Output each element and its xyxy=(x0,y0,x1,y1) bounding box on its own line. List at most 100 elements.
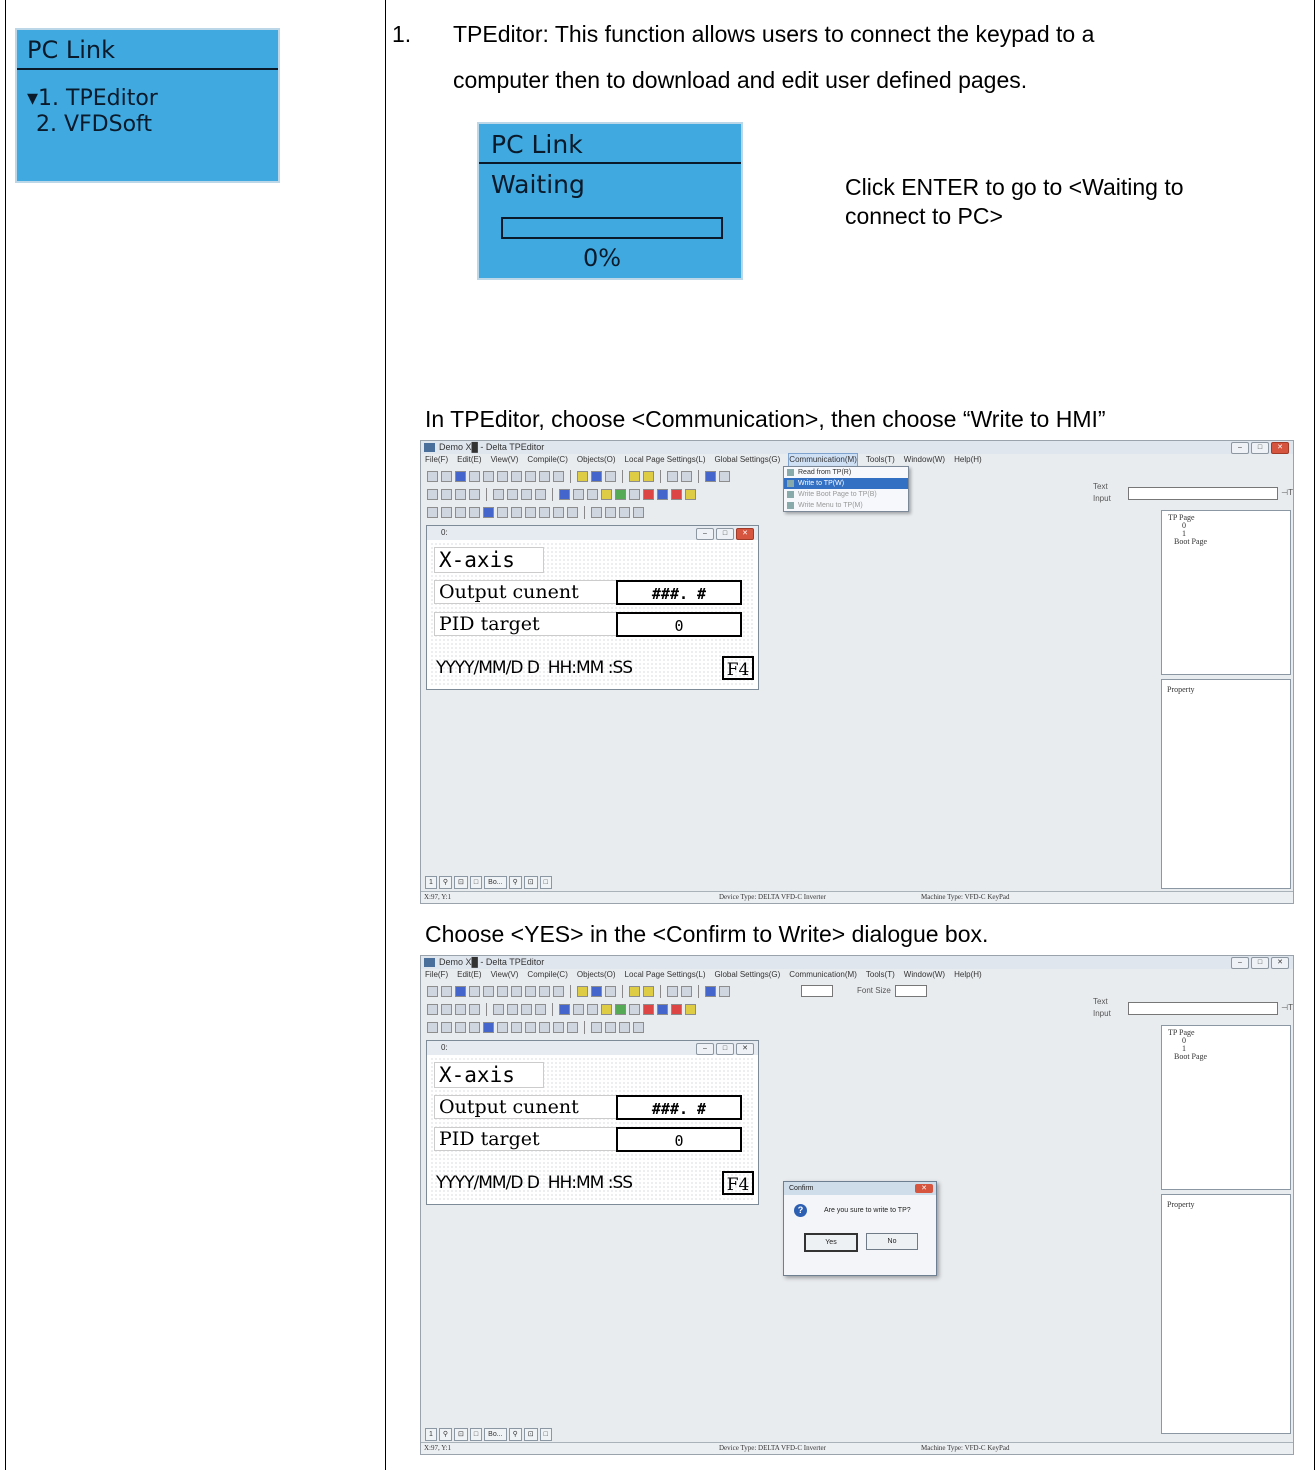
line-style-icon[interactable] xyxy=(591,506,602,518)
cut-icon[interactable] xyxy=(525,985,536,997)
menu-help[interactable]: Help(H) xyxy=(954,454,982,466)
shape-icon[interactable] xyxy=(567,1021,578,1033)
open-icon[interactable] xyxy=(441,985,452,997)
align-icon[interactable] xyxy=(427,1003,438,1015)
tool-icon[interactable] xyxy=(643,470,654,482)
line-style-icon[interactable] xyxy=(619,1021,630,1033)
filled-circle-icon[interactable] xyxy=(483,506,494,518)
paste-icon[interactable] xyxy=(553,470,564,482)
tool-icon[interactable] xyxy=(705,985,716,997)
shape-icon[interactable] xyxy=(553,506,564,518)
tool-icon[interactable] xyxy=(591,470,602,482)
shape-icon[interactable] xyxy=(539,1021,550,1033)
circle-icon[interactable] xyxy=(469,1021,480,1033)
tree-boot-page[interactable]: Boot Page xyxy=(1174,1052,1207,1061)
tree-boot-page[interactable]: Boot Page xyxy=(1174,537,1207,546)
align-icon[interactable] xyxy=(441,488,452,500)
arc-icon[interactable] xyxy=(497,1021,508,1033)
close-button[interactable]: ✕ xyxy=(736,528,754,540)
page-tab-button[interactable]: ⚲ xyxy=(508,876,522,889)
minimize-button[interactable]: – xyxy=(1231,957,1249,969)
tool-icon[interactable] xyxy=(719,470,730,482)
align-icon[interactable] xyxy=(507,1003,518,1015)
object-icon[interactable] xyxy=(587,1003,598,1015)
object-icon[interactable] xyxy=(685,1003,696,1015)
copy-icon[interactable] xyxy=(539,985,550,997)
paste-icon[interactable] xyxy=(553,985,564,997)
no-button[interactable]: No xyxy=(866,1233,918,1250)
align-icon[interactable] xyxy=(469,488,480,500)
text-input-field[interactable] xyxy=(1128,1001,1279,1015)
text-input-apply[interactable]: ⊣T xyxy=(1281,1002,1293,1014)
tool-icon[interactable] xyxy=(719,985,730,997)
page-tab-button[interactable]: □ xyxy=(539,1428,552,1441)
print-icon[interactable] xyxy=(469,470,480,482)
lcd-menu-item-tpeditor[interactable]: ▾1. TPEditor xyxy=(27,86,158,111)
filled-rectangle-icon[interactable] xyxy=(455,1021,466,1033)
line-style-icon[interactable] xyxy=(633,506,644,518)
minimize-button[interactable]: – xyxy=(696,1043,714,1055)
new-icon[interactable] xyxy=(427,985,438,997)
menu-window[interactable]: Window(W) xyxy=(904,454,945,466)
object-icon[interactable] xyxy=(615,488,626,500)
object-icon[interactable] xyxy=(573,488,584,500)
align-icon[interactable] xyxy=(427,488,438,500)
copy-icon[interactable] xyxy=(539,470,550,482)
align-icon[interactable] xyxy=(521,488,532,500)
property-label[interactable]: Property xyxy=(1167,1200,1195,1209)
align-icon[interactable] xyxy=(507,488,518,500)
page-tab-1[interactable]: 1 xyxy=(425,876,437,889)
align-icon[interactable] xyxy=(535,1003,546,1015)
zoom-out-icon[interactable] xyxy=(681,470,692,482)
menu-local-page-settings[interactable]: Local Page Settings(L) xyxy=(625,454,706,466)
object-icon[interactable] xyxy=(573,1003,584,1015)
datetime-display[interactable]: YYYY/MM/D D HH:MM :SS xyxy=(436,1173,633,1193)
zoom-out-icon[interactable] xyxy=(681,985,692,997)
tool-icon[interactable] xyxy=(629,470,640,482)
menu-edit[interactable]: Edit(E) xyxy=(457,969,481,981)
zoom-in-icon[interactable] xyxy=(667,985,678,997)
menu-help[interactable]: Help(H) xyxy=(954,969,982,981)
object-icon[interactable] xyxy=(559,488,570,500)
line-style-icon[interactable] xyxy=(633,1021,644,1033)
output-current-label[interactable]: Output cunent xyxy=(434,1095,618,1119)
object-icon[interactable] xyxy=(671,1003,682,1015)
tool-icon[interactable] xyxy=(511,470,522,482)
align-icon[interactable] xyxy=(455,1003,466,1015)
page-heading[interactable]: X-axis xyxy=(434,1062,544,1088)
menu-item-write-menu[interactable]: Write Menu to TP(M) xyxy=(784,500,908,511)
object-icon[interactable] xyxy=(643,488,654,500)
filled-rectangle-icon[interactable] xyxy=(455,506,466,518)
rectangle-icon[interactable] xyxy=(441,506,452,518)
menu-global-settings[interactable]: Global Settings(G) xyxy=(714,454,780,466)
page-tab-boot[interactable]: Bo... xyxy=(484,1428,507,1441)
tool-icon[interactable] xyxy=(577,470,588,482)
page-tab-button[interactable]: ⚲ xyxy=(508,1428,522,1441)
page-tab-button[interactable]: ⊡ xyxy=(454,876,468,889)
menu-compile[interactable]: Compile(C) xyxy=(527,454,567,466)
maximize-button[interactable]: □ xyxy=(716,528,734,540)
align-icon[interactable] xyxy=(455,488,466,500)
menu-file[interactable]: File(F) xyxy=(425,454,448,466)
menu-item-write-to-tp[interactable]: Write to TP(W) xyxy=(784,478,908,489)
object-icon[interactable] xyxy=(671,488,682,500)
menu-local-page-settings[interactable]: Local Page Settings(L) xyxy=(625,969,706,981)
property-label[interactable]: Property xyxy=(1167,685,1195,694)
output-current-value[interactable]: ###. # xyxy=(616,580,742,605)
save-icon[interactable] xyxy=(455,470,466,482)
page-tab-button[interactable]: ⊡ xyxy=(454,1428,468,1441)
shape-icon[interactable] xyxy=(567,506,578,518)
shape-icon[interactable] xyxy=(511,506,522,518)
print-icon[interactable] xyxy=(469,985,480,997)
object-icon[interactable] xyxy=(685,488,696,500)
lcd-menu-item-vfdsoft[interactable]: 2. VFDSoft xyxy=(29,112,152,137)
page-tab-button[interactable]: ⊡ xyxy=(523,1428,538,1441)
pid-target-value[interactable]: 0 xyxy=(616,1127,742,1152)
align-icon[interactable] xyxy=(493,1003,504,1015)
shape-icon[interactable] xyxy=(539,506,550,518)
align-icon[interactable] xyxy=(535,488,546,500)
object-icon[interactable] xyxy=(587,488,598,500)
page-tab-button[interactable]: ⚲ xyxy=(438,876,453,889)
maximize-button[interactable]: □ xyxy=(1251,442,1269,454)
align-icon[interactable] xyxy=(441,1003,452,1015)
